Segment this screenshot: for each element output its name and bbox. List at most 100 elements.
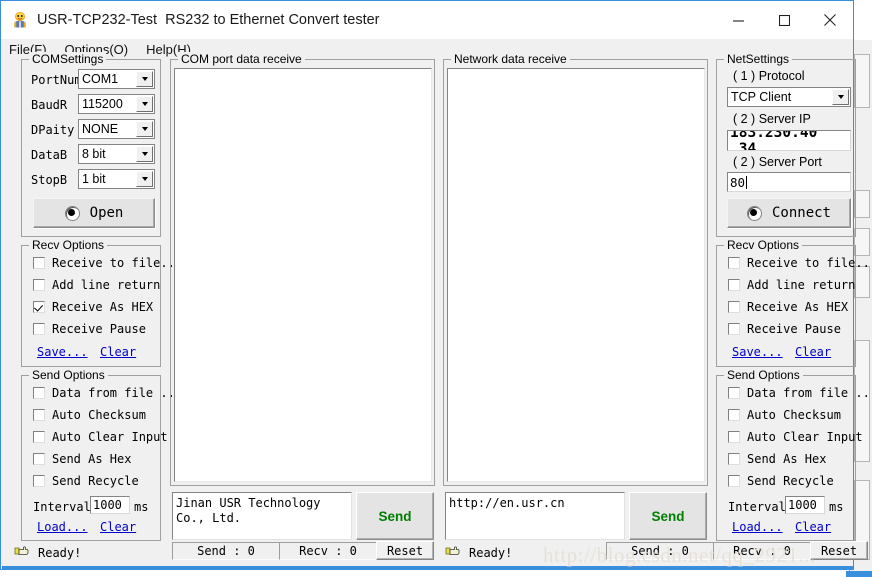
net-receive-pause-checkbox[interactable]: Receive Pause (728, 322, 841, 336)
com-auto-checksum-checkbox[interactable]: Auto Checksum (33, 408, 146, 422)
net-data-receive-group: Network data receive (443, 52, 708, 486)
com-recv-to-file-label: Receive to file... (52, 256, 183, 270)
net-auto-clear-input-checkbox[interactable]: Auto Clear Input (728, 430, 863, 444)
chevron-down-icon[interactable] (136, 171, 153, 187)
datab-value: 8 bit (82, 147, 106, 161)
net-receive-textarea[interactable] (447, 68, 705, 482)
server-ip-input[interactable]: 183.230.40 .34 (727, 130, 851, 151)
checkbox-icon (728, 257, 740, 269)
net-receive-as-hex-checkbox[interactable]: Receive As HEX (728, 300, 848, 314)
portnum-combo[interactable]: COM1 (78, 69, 155, 89)
net-recv-save-link[interactable]: Save... (732, 345, 783, 359)
com-recv-to-file-checkbox[interactable]: Receive to file... (33, 256, 182, 270)
com-recv-options-group: Recv Options Receive to file... Add line… (21, 238, 182, 367)
datab-combo[interactable]: 8 bit (78, 144, 155, 164)
chevron-down-icon[interactable] (136, 121, 153, 137)
com-interval-input[interactable]: 1000 (90, 496, 130, 514)
net-settings-title: NetSettings (724, 52, 793, 66)
net-auto-checksum-checkbox[interactable]: Auto Checksum (728, 408, 841, 422)
net-receive-pause-label: Receive Pause (747, 322, 841, 336)
com-status: Ready! (14, 544, 81, 561)
net-reset-button[interactable]: Reset (810, 541, 868, 560)
net-send-clear-link[interactable]: Clear (795, 520, 831, 534)
com-send-count: Send : 0 (172, 542, 280, 560)
chevron-down-icon[interactable] (136, 96, 153, 112)
com-recv-clear-link[interactable]: Clear (100, 345, 136, 359)
dpaity-combo[interactable]: NONE (78, 119, 155, 139)
net-add-line-return-checkbox[interactable]: Add line return (728, 278, 855, 292)
stopb-value: 1 bit (82, 172, 106, 186)
open-button[interactable]: Open (33, 198, 155, 228)
checkbox-icon (728, 409, 740, 421)
checkbox-icon (33, 323, 45, 335)
text-caret (746, 175, 748, 189)
com-data-from-file-checkbox[interactable]: Data from file ... (33, 386, 182, 400)
net-interval-input[interactable]: 1000 (785, 496, 825, 514)
server-ip-label: ( 2 ) Server IP (733, 112, 811, 126)
datab-label: DataB (31, 148, 68, 162)
com-interval-unit: ms (134, 500, 149, 514)
chevron-down-icon[interactable] (832, 89, 849, 105)
com-reset-button[interactable]: Reset (376, 541, 434, 560)
net-recv-clear-link[interactable]: Clear (795, 345, 831, 359)
com-interval-value: 1000 (93, 498, 122, 512)
checkbox-icon (728, 279, 740, 291)
net-auto-checksum-label: Auto Checksum (747, 408, 841, 422)
close-button[interactable] (807, 1, 853, 39)
checkbox-checked-icon (33, 301, 45, 313)
com-receive-as-hex-checkbox[interactable]: Receive As HEX (33, 300, 153, 314)
com-recv-save-link[interactable]: Save... (37, 345, 88, 359)
com-send-load-link[interactable]: Load... (37, 520, 88, 534)
checkbox-icon (728, 323, 740, 335)
net-send-count: Send : 0 (606, 542, 714, 560)
checkbox-icon (728, 475, 740, 487)
stopb-label: StopB (31, 173, 68, 187)
stopb-combo[interactable]: 1 bit (78, 169, 155, 189)
checkbox-icon (728, 301, 740, 313)
com-send-recycle-checkbox[interactable]: Send Recycle (33, 474, 139, 488)
maximize-button[interactable] (761, 1, 807, 39)
net-add-line-return-label: Add line return (747, 278, 856, 292)
server-port-input[interactable]: 80 (727, 172, 851, 192)
com-receive-pause-checkbox[interactable]: Receive Pause (33, 322, 146, 336)
com-send-button[interactable]: Send (356, 492, 434, 540)
net-send-load-link[interactable]: Load... (732, 520, 783, 534)
window-bottom-accent (2, 566, 854, 569)
net-settings-group: NetSettings ( 1 ) Protocol TCP Client ( … (716, 52, 856, 237)
com-send-options-group: Send Options Data from file ... Auto Che… (21, 368, 182, 541)
chevron-down-icon[interactable] (136, 71, 153, 87)
com-send-as-hex-checkbox[interactable]: Send As Hex (33, 452, 131, 466)
connect-indicator-icon (746, 205, 762, 221)
com-send-text: Jinan USR Technology Co., Ltd. (176, 496, 321, 525)
com-add-line-return-checkbox[interactable]: Add line return (33, 278, 160, 292)
com-send-clear-link[interactable]: Clear (100, 520, 136, 534)
net-send-options-title: Send Options (724, 368, 803, 382)
com-send-input[interactable]: Jinan USR Technology Co., Ltd. (172, 492, 352, 540)
com-settings-group: COMSettings PortNum COM1 BaudR 115200 DP… (21, 52, 161, 237)
chevron-down-icon[interactable] (136, 146, 153, 162)
net-send-text: http://en.usr.cn (449, 496, 565, 510)
com-receive-textarea[interactable] (174, 68, 432, 482)
baudr-combo[interactable]: 115200 (78, 94, 155, 114)
net-send-input[interactable]: http://en.usr.cn (445, 492, 625, 540)
com-recv-count: Recv : 0 (279, 542, 377, 560)
net-data-from-file-checkbox[interactable]: Data from file ... (728, 386, 872, 400)
connect-button[interactable]: Connect (727, 198, 851, 228)
pointing-hand-icon (14, 544, 30, 561)
minimize-button[interactable] (715, 1, 761, 39)
com-auto-clear-input-checkbox[interactable]: Auto Clear Input (33, 430, 168, 444)
net-send-button[interactable]: Send (629, 492, 707, 540)
desktop-background: USR-TCP232-Test RS232 to Ethernet Conver… (0, 0, 872, 577)
dpaity-label: DPaity (31, 123, 75, 137)
open-button-label: Open (89, 205, 124, 221)
protocol-label: ( 1 ) Protocol (733, 69, 805, 83)
server-port-value: 80 (730, 174, 746, 190)
net-send-as-hex-checkbox[interactable]: Send As Hex (728, 452, 826, 466)
net-recv-to-file-checkbox[interactable]: Receive to file... (728, 256, 872, 270)
protocol-combo[interactable]: TCP Client (727, 87, 851, 107)
com-status-text: Ready! (38, 545, 82, 560)
net-auto-clear-input-label: Auto Clear Input (747, 430, 863, 444)
title-bar: USR-TCP232-Test RS232 to Ethernet Conver… (1, 1, 853, 39)
net-send-recycle-checkbox[interactable]: Send Recycle (728, 474, 834, 488)
com-send-as-hex-label: Send As Hex (52, 452, 132, 466)
